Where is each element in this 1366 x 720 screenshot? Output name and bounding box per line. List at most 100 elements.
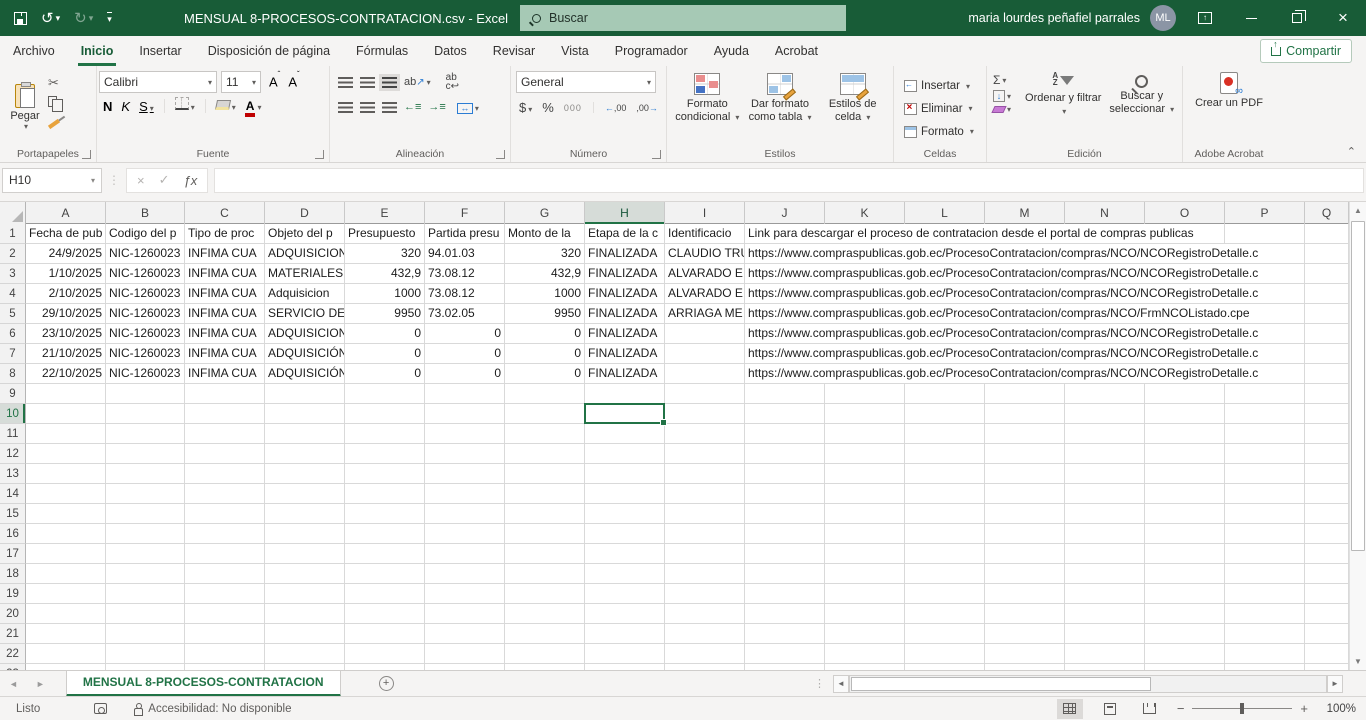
cell-G6[interactable]: 0 — [505, 324, 585, 344]
cell-F4[interactable]: 73.08.12 — [425, 284, 505, 304]
cell-E17[interactable] — [345, 544, 425, 564]
cell-A14[interactable] — [26, 484, 106, 504]
cell-E6[interactable]: 0 — [345, 324, 425, 344]
cell-J3[interactable]: https://www.compraspublicas.gob.ec/Proce… — [745, 264, 825, 284]
cell-H13[interactable] — [585, 464, 665, 484]
cell-J12[interactable] — [745, 444, 825, 464]
cell-C18[interactable] — [185, 564, 265, 584]
cell-M17[interactable] — [985, 544, 1065, 564]
cell-I20[interactable] — [665, 604, 745, 624]
cell-G16[interactable] — [505, 524, 585, 544]
ribbon-display-options-icon[interactable]: ↑ — [1182, 0, 1228, 36]
cell-A21[interactable] — [26, 624, 106, 644]
cell-H2[interactable]: FINALIZADA — [585, 244, 665, 264]
cell-O21[interactable] — [1145, 624, 1225, 644]
horizontal-scroll-thumb[interactable] — [851, 677, 1151, 691]
cell-F6[interactable]: 0 — [425, 324, 505, 344]
cell-D14[interactable] — [265, 484, 345, 504]
insert-cells-button[interactable]: Insertar▾ — [904, 80, 984, 92]
cell-M16[interactable] — [985, 524, 1065, 544]
cell-B12[interactable] — [106, 444, 185, 464]
cell-A9[interactable] — [26, 384, 106, 404]
font-color-icon[interactable]: A▾ — [245, 97, 262, 115]
cell-J9[interactable] — [745, 384, 825, 404]
restore-icon[interactable] — [1274, 0, 1320, 36]
cell-C5[interactable]: INFIMA CUA — [185, 304, 265, 324]
column-header-K[interactable]: K — [825, 202, 905, 224]
cell-G1[interactable]: Monto de la — [505, 224, 585, 244]
merge-center-icon[interactable]: ↔▾ — [457, 98, 479, 116]
cell-J18[interactable] — [745, 564, 825, 584]
cell-G2[interactable]: 320 — [505, 244, 585, 264]
row-header-8[interactable]: 8 — [0, 364, 26, 384]
customize-toolbar-icon[interactable]: ▾ — [107, 12, 112, 25]
macro-record-icon[interactable] — [94, 703, 107, 714]
cell-P17[interactable] — [1225, 544, 1305, 564]
zoom-out-icon[interactable]: − — [1177, 701, 1185, 716]
cell-L10[interactable] — [905, 404, 985, 424]
new-sheet-icon[interactable]: + — [379, 676, 394, 691]
cell-I10[interactable] — [665, 404, 745, 424]
cell-L16[interactable] — [905, 524, 985, 544]
save-icon[interactable] — [14, 12, 27, 25]
cell-B4[interactable]: NIC-1260023 — [106, 284, 185, 304]
cell-A11[interactable] — [26, 424, 106, 444]
cell-J20[interactable] — [745, 604, 825, 624]
cell-L22[interactable] — [905, 644, 985, 664]
cell-F5[interactable]: 73.02.05 — [425, 304, 505, 324]
cell-B20[interactable] — [106, 604, 185, 624]
wrap-text-icon[interactable]: abc↩ — [446, 73, 459, 91]
cell-F2[interactable]: 94.01.03 — [425, 244, 505, 264]
tab-fórmulas[interactable]: Fórmulas — [343, 36, 421, 66]
fill-color-icon[interactable]: ▾ — [216, 97, 236, 115]
cell-E8[interactable]: 0 — [345, 364, 425, 384]
decrease-font-icon[interactable]: Aˇ — [288, 74, 299, 89]
cell-Q13[interactable] — [1305, 464, 1349, 484]
redo-icon[interactable]: ↻▾ — [74, 9, 93, 27]
cell-E15[interactable] — [345, 504, 425, 524]
cell-A19[interactable] — [26, 584, 106, 604]
cell-A15[interactable] — [26, 504, 106, 524]
cell-B10[interactable] — [106, 404, 185, 424]
cell-J11[interactable] — [745, 424, 825, 444]
cell-D3[interactable]: MATERIALES — [265, 264, 345, 284]
cell-A1[interactable]: Fecha de pub — [26, 224, 106, 244]
tab-disposición-de-página[interactable]: Disposición de página — [195, 36, 343, 66]
cell-B19[interactable] — [106, 584, 185, 604]
cell-D18[interactable] — [265, 564, 345, 584]
sheet-nav-right-icon[interactable]: ► — [27, 679, 54, 689]
cell-J8[interactable]: https://www.compraspublicas.gob.ec/Proce… — [745, 364, 825, 384]
cell-B18[interactable] — [106, 564, 185, 584]
tab-insertar[interactable]: Insertar — [126, 36, 194, 66]
cell-P10[interactable] — [1225, 404, 1305, 424]
cell-J15[interactable] — [745, 504, 825, 524]
cell-N16[interactable] — [1065, 524, 1145, 544]
row-header-14[interactable]: 14 — [0, 484, 26, 504]
cell-I13[interactable] — [665, 464, 745, 484]
cell-I1[interactable]: Identificacio — [665, 224, 745, 244]
cell-B1[interactable]: Codigo del p — [106, 224, 185, 244]
cell-A12[interactable] — [26, 444, 106, 464]
decrease-decimal-icon[interactable]: ,00→ — [636, 103, 658, 113]
create-pdf-button[interactable]: Crear un PDF — [1195, 69, 1263, 145]
align-center-icon[interactable] — [360, 102, 375, 113]
cell-L9[interactable] — [905, 384, 985, 404]
cell-N20[interactable] — [1065, 604, 1145, 624]
font-family-select[interactable]: Calibri▾ — [99, 71, 217, 93]
cell-E4[interactable]: 1000 — [345, 284, 425, 304]
cell-C3[interactable]: INFIMA CUA — [185, 264, 265, 284]
close-icon[interactable]: × — [1320, 0, 1366, 36]
name-box[interactable]: H10▾ — [2, 168, 102, 193]
tab-revisar[interactable]: Revisar — [480, 36, 548, 66]
cell-O12[interactable] — [1145, 444, 1225, 464]
alignment-dialog-launcher-icon[interactable] — [496, 150, 505, 159]
row-header-19[interactable]: 19 — [0, 584, 26, 604]
copy-icon[interactable]: ▾ — [48, 95, 63, 110]
accessibility-status[interactable]: Accesibilidad: No disponible — [148, 703, 291, 715]
row-header-21[interactable]: 21 — [0, 624, 26, 644]
clear-icon[interactable]: ▾ — [993, 105, 1023, 114]
cell-P9[interactable] — [1225, 384, 1305, 404]
cell-F22[interactable] — [425, 644, 505, 664]
row-header-18[interactable]: 18 — [0, 564, 26, 584]
cell-B6[interactable]: NIC-1260023 — [106, 324, 185, 344]
